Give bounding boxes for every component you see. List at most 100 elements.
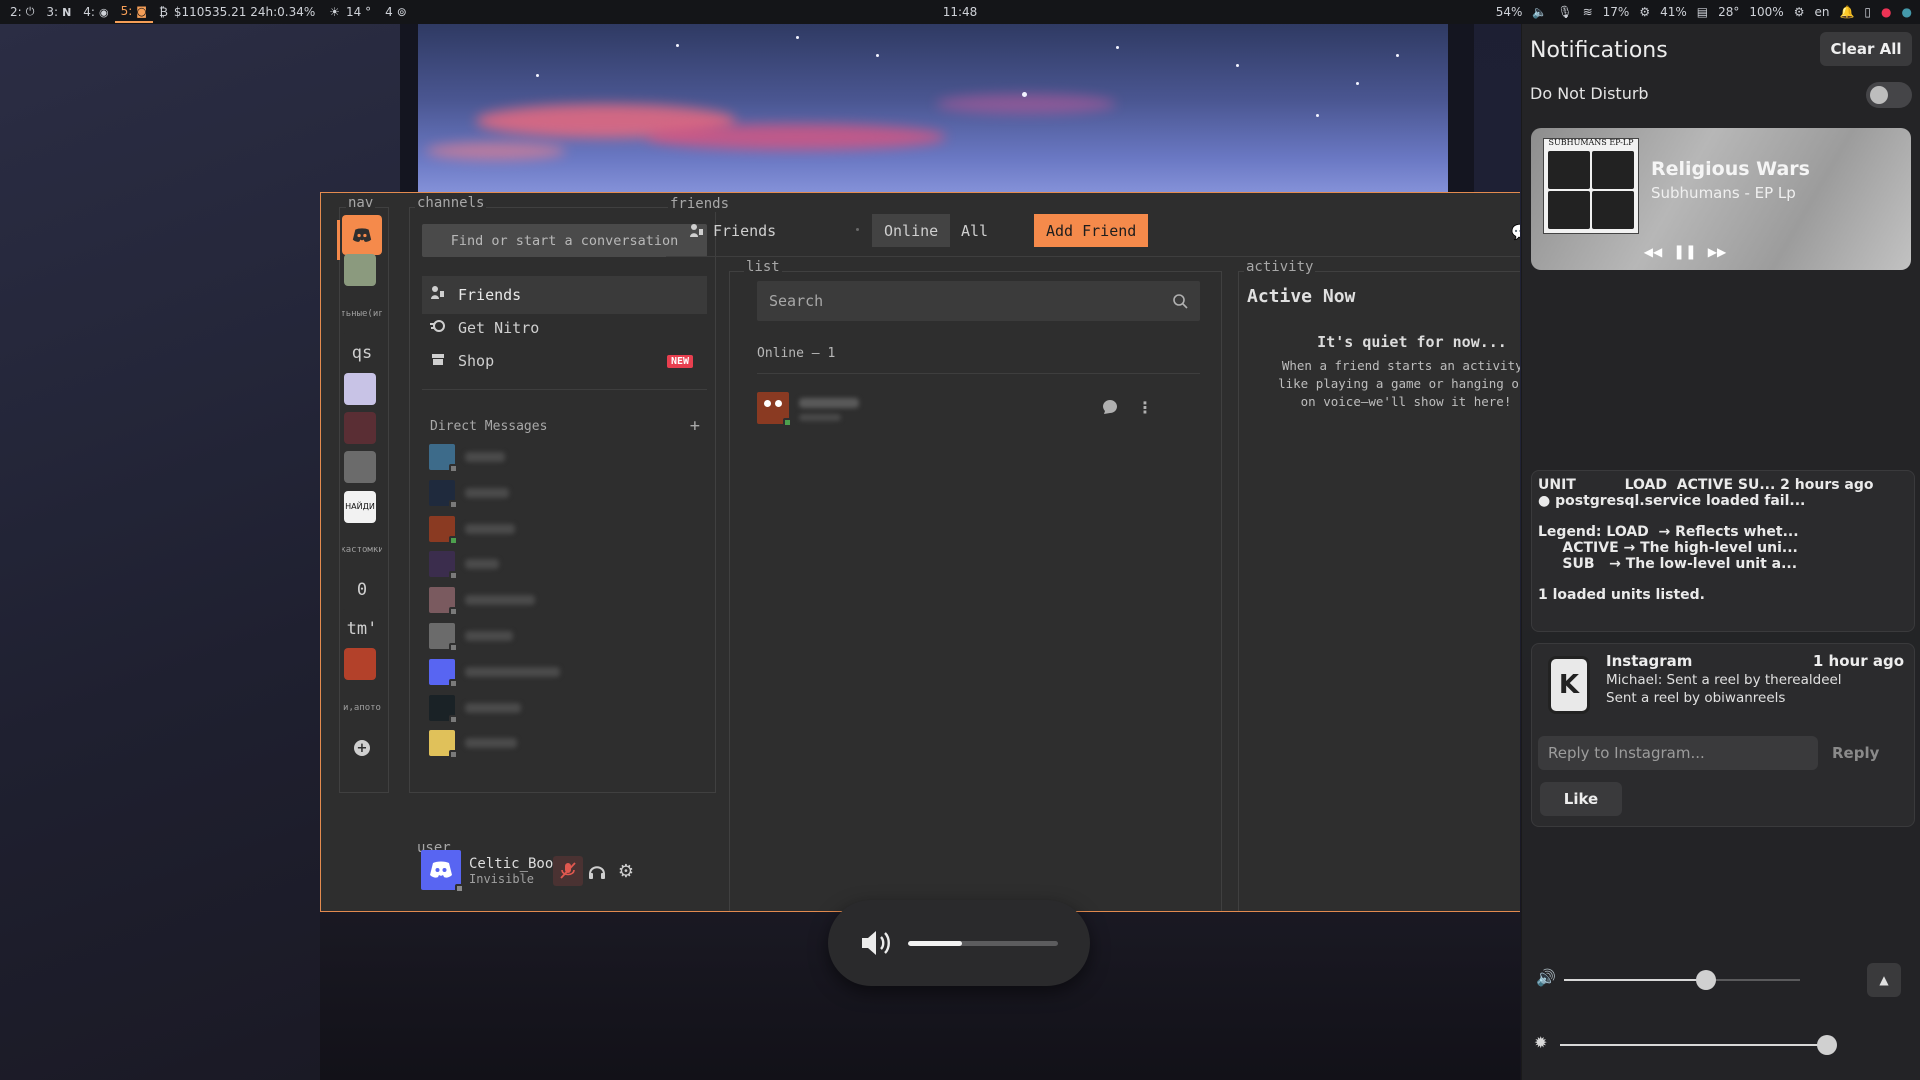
wifi-icon[interactable]: ≋ bbox=[1583, 5, 1593, 19]
tab-all[interactable]: All bbox=[949, 214, 1000, 247]
settings-button[interactable]: ⚙ bbox=[611, 856, 641, 886]
systemd-notification[interactable]: UNIT LOAD ACTIVE SU... 2 hours ago ● pos… bbox=[1531, 470, 1915, 632]
server-icon[interactable] bbox=[344, 254, 376, 287]
instagram-notification[interactable]: K Instagram 1 hour ago Michael: Sent a r… bbox=[1531, 643, 1915, 827]
server-icon[interactable]: кастомки bbox=[342, 530, 382, 570]
brightness-icon: ✹ bbox=[1534, 1033, 1548, 1052]
status-dot bbox=[449, 714, 458, 724]
tray-icon[interactable]: ● bbox=[1902, 5, 1912, 19]
message-button[interactable] bbox=[1097, 394, 1123, 420]
nav-item-home[interactable] bbox=[342, 215, 382, 255]
reply-input[interactable]: Reply to Instagram... bbox=[1538, 736, 1818, 770]
server-icon[interactable]: тьные(иг bbox=[342, 294, 382, 334]
notification-center: Notifications Clear All Do Not Disturb S… bbox=[1521, 24, 1920, 1080]
add-friend-button[interactable]: Add Friend bbox=[1034, 214, 1149, 247]
dm-item[interactable] bbox=[429, 439, 699, 475]
workspace-3[interactable]: 3: N bbox=[40, 1, 77, 23]
workspace-2[interactable]: 2: ⏻ bbox=[4, 1, 40, 23]
next-track-button[interactable]: ▶▶ bbox=[1705, 242, 1729, 262]
pause-button[interactable]: ❚❚ bbox=[1673, 242, 1697, 262]
user-avatar[interactable] bbox=[421, 850, 464, 893]
server-icon[interactable]: НАЙДИ bbox=[344, 490, 376, 523]
dm-name-blurred bbox=[465, 631, 513, 641]
tray-icon[interactable]: ● bbox=[1881, 5, 1891, 19]
dm-name-blurred bbox=[465, 738, 517, 749]
server-icon[interactable]: tm' bbox=[342, 609, 382, 649]
friends-search-input[interactable]: Search bbox=[757, 281, 1200, 321]
server-icon[interactable] bbox=[344, 412, 376, 444]
wallpaper-sky bbox=[416, 24, 1452, 192]
friends-icon bbox=[430, 285, 446, 305]
speaker-icon bbox=[862, 931, 890, 955]
like-button[interactable]: Like bbox=[1540, 782, 1622, 816]
dm-item[interactable] bbox=[429, 546, 699, 582]
server-icon[interactable]: 0 bbox=[342, 569, 382, 610]
tab-friends: Friends bbox=[677, 214, 788, 247]
language[interactable]: en bbox=[1814, 5, 1829, 19]
dm-name-blurred bbox=[465, 487, 509, 498]
volume-slider-knob[interactable] bbox=[1695, 970, 1716, 990]
expand-button[interactable]: ▲ bbox=[1867, 963, 1901, 997]
more-options-button[interactable]: ⋮ bbox=[1132, 394, 1158, 420]
add-dm-button[interactable]: + bbox=[690, 418, 700, 435]
direct-messages-header: Direct Messages + bbox=[430, 418, 700, 435]
dm-item[interactable] bbox=[429, 475, 699, 511]
chat-bubble-icon bbox=[1103, 400, 1117, 414]
mute-button[interactable] bbox=[553, 856, 583, 886]
dm-avatar bbox=[429, 694, 458, 724]
server-icon[interactable] bbox=[344, 372, 376, 405]
tray-icon[interactable]: ▯ bbox=[1864, 5, 1871, 19]
album-art bbox=[1543, 138, 1639, 234]
quiet-heading: It's quiet for now... bbox=[1317, 333, 1507, 351]
activity-description: When a friend starts an activity— like p… bbox=[1251, 357, 1520, 411]
workspace-4[interactable]: 4: ◉ bbox=[77, 1, 114, 23]
channel-label: Get Nitro bbox=[458, 319, 540, 337]
notification-line: Legend: LOAD → Reflects whet... bbox=[1538, 524, 1799, 540]
brightness-slider[interactable] bbox=[1560, 1035, 1837, 1055]
volume-slider[interactable] bbox=[1564, 970, 1800, 990]
dm-name-blurred bbox=[465, 452, 505, 462]
dm-item[interactable] bbox=[429, 725, 699, 761]
friend-row[interactable]: ⋮ bbox=[757, 386, 1200, 430]
workspace-number: 4: bbox=[83, 5, 95, 19]
clear-all-button[interactable]: Clear All bbox=[1820, 32, 1912, 66]
updates-icon: ⊚ bbox=[396, 5, 407, 19]
volume-percent[interactable]: 54% bbox=[1496, 5, 1523, 19]
dm-item[interactable] bbox=[429, 618, 699, 654]
discord-logo-icon bbox=[352, 227, 372, 242]
find-conversation-input[interactable]: Find or start a conversation bbox=[422, 224, 707, 257]
track-title: Religious Wars bbox=[1651, 158, 1810, 180]
brightness-slider-knob[interactable] bbox=[1816, 1035, 1837, 1055]
dm-item[interactable] bbox=[429, 582, 699, 618]
new-group-dm-icon[interactable]: 💬 bbox=[1511, 223, 1520, 241]
fast-forward-icon: ▶▶ bbox=[1707, 245, 1727, 259]
track-artist: Subhumans - EP Lp bbox=[1651, 184, 1796, 202]
volume-slider-fill bbox=[1564, 979, 1706, 981]
add-server-button[interactable]: + bbox=[342, 728, 382, 768]
channels-label: channels bbox=[415, 195, 487, 211]
channel-shop[interactable]: Shop NEW bbox=[422, 342, 707, 380]
server-icon[interactable]: qs bbox=[342, 333, 382, 374]
status-dot bbox=[449, 464, 458, 473]
friends-icon bbox=[690, 223, 703, 237]
notification-line: UNIT LOAD ACTIVE SU... 2 hours ago bbox=[1538, 477, 1874, 493]
server-icon[interactable] bbox=[344, 648, 376, 681]
previous-track-button[interactable]: ◀◀ bbox=[1641, 242, 1665, 262]
speaker-icon: 🔈 bbox=[1532, 5, 1548, 19]
weather-icon: ☀ bbox=[329, 5, 341, 19]
nav-label: nav bbox=[346, 195, 376, 211]
dnd-toggle[interactable] bbox=[1866, 82, 1912, 108]
active-now-title: Active Now bbox=[1247, 286, 1356, 307]
dm-item[interactable] bbox=[429, 511, 699, 547]
server-icon[interactable]: и,апото bbox=[342, 688, 382, 728]
dm-item[interactable] bbox=[429, 690, 699, 726]
dm-item[interactable] bbox=[429, 654, 699, 690]
workspace-5[interactable]: 5: ◙ bbox=[114, 1, 153, 23]
bell-icon[interactable]: 🔔 bbox=[1839, 5, 1854, 19]
friend-avatar bbox=[757, 392, 792, 427]
tab-online[interactable]: Online bbox=[872, 214, 951, 247]
reply-button[interactable]: Reply bbox=[1832, 744, 1879, 762]
deafen-button[interactable] bbox=[582, 856, 612, 886]
server-icon[interactable] bbox=[344, 451, 376, 484]
channel-label: Friends bbox=[458, 286, 522, 304]
